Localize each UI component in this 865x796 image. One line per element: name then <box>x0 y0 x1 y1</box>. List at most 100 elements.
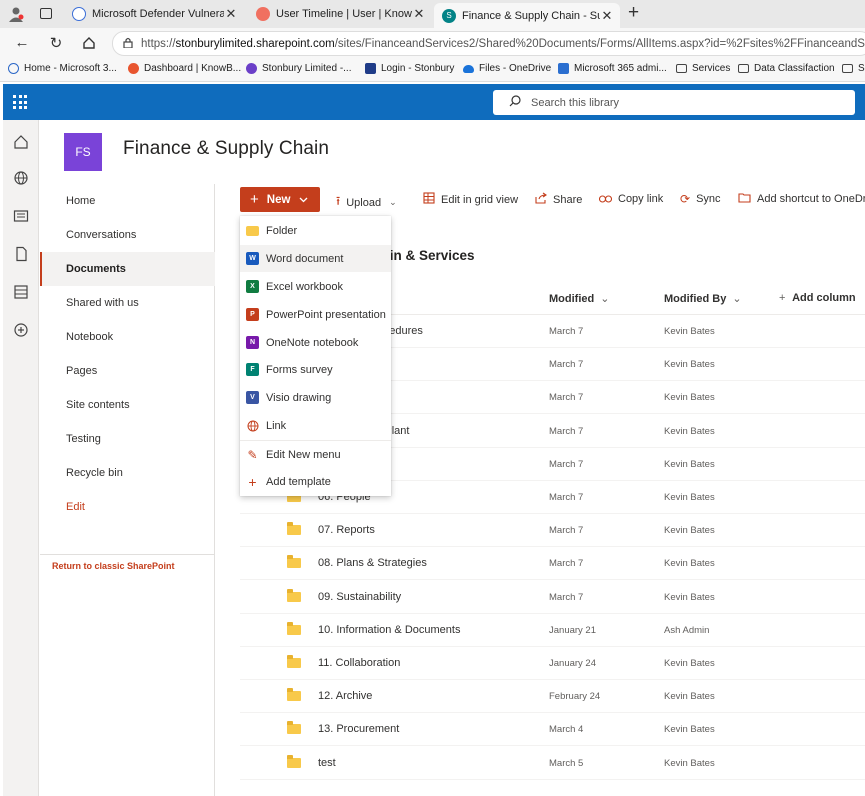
new-button[interactable]: + New <box>240 187 320 212</box>
row-name[interactable]: 12. Archive <box>318 690 372 702</box>
bookmark-stonbury[interactable]: Stonbury Limited -... <box>246 63 351 74</box>
bookmark-folder-data-classification[interactable]: Data Classifaction <box>738 63 835 74</box>
nav-item-testing[interactable]: Testing <box>40 422 215 456</box>
profile-icon[interactable] <box>8 6 24 22</box>
copy-link-button[interactable]: Copy link <box>598 192 663 206</box>
back-icon[interactable]: ← <box>12 34 32 51</box>
table-row[interactable]: 13. Procurement March 4 Kevin Bates <box>240 713 865 747</box>
create-icon[interactable] <box>13 322 29 338</box>
nav-item-notebook[interactable]: Notebook <box>40 320 215 354</box>
knowbe4-icon <box>256 7 270 21</box>
menu-item-forms-survey[interactable]: F Forms survey <box>240 356 391 383</box>
column-header-modified-by[interactable]: Modified By ⌄ <box>664 292 742 305</box>
row-name[interactable]: test <box>318 757 336 769</box>
chevron-down-icon <box>299 194 308 206</box>
tab-actions-icon[interactable] <box>40 8 52 19</box>
grid-icon <box>423 192 435 207</box>
close-icon[interactable]: ✕ <box>224 6 238 22</box>
menu-item-powerpoint[interactable]: P PowerPoint presentation <box>240 301 391 328</box>
row-name[interactable]: 09. Sustainability <box>318 591 401 603</box>
menu-item-add-template[interactable]: + Add template <box>240 468 391 495</box>
row-modified: February 24 <box>549 691 601 703</box>
url-path: /sites/FinanceandServices2/Shared%20Docu… <box>334 37 865 50</box>
share-button[interactable]: Share <box>535 192 582 207</box>
site-logo[interactable]: FS <box>64 133 102 171</box>
document-icon[interactable] <box>13 246 29 262</box>
home-icon[interactable] <box>82 36 96 55</box>
search-input[interactable]: Search this library <box>493 90 855 115</box>
visio-icon: V <box>246 391 259 404</box>
add-shortcut-button[interactable]: Add shortcut to OneDr <box>738 192 865 206</box>
close-icon[interactable]: ✕ <box>412 6 426 22</box>
menu-item-edit-new-menu[interactable]: ✎ Edit New menu <box>240 441 391 468</box>
table-row[interactable]: test March 5 Kevin Bates <box>240 747 865 780</box>
row-modified-by: Kevin Bates <box>664 757 715 769</box>
stonbury-icon <box>246 63 257 74</box>
onedrive-icon <box>463 64 474 73</box>
tab-knowbe4[interactable]: User Timeline | User | KnowBe4 ✕ <box>248 3 432 25</box>
nav-item-home[interactable]: Home <box>40 184 215 218</box>
table-row[interactable]: 09. Sustainability March 7 Kevin Bates <box>240 581 865 614</box>
row-name[interactable]: 11. Collaboration <box>318 657 400 669</box>
url-field[interactable]: https:// stonburylimited.sharepoint.com … <box>112 31 865 56</box>
word-icon: W <box>246 252 259 265</box>
row-modified: March 7 <box>549 558 584 570</box>
search-placeholder: Search this library <box>531 96 620 109</box>
refresh-icon[interactable]: ↻ <box>46 34 66 52</box>
news-icon[interactable] <box>13 208 29 224</box>
table-row[interactable]: 10. Information & Documents January 21 Ash… <box>240 614 865 647</box>
list-icon[interactable] <box>13 284 29 300</box>
menu-item-onenote[interactable]: N OneNote notebook <box>240 329 391 356</box>
return-to-classic-link[interactable]: Return to classic SharePoint <box>52 561 175 571</box>
app-rail <box>3 120 39 796</box>
row-name[interactable]: 10. Information & Documents <box>318 624 460 636</box>
nav-item-site-contents[interactable]: Site contents <box>40 388 215 422</box>
bookmark-m365-admin[interactable]: Microsoft 365 admi... <box>558 63 667 74</box>
bookmark-dashboard-knowbe4[interactable]: Dashboard | KnowB... <box>128 63 241 74</box>
row-name[interactable]: 08. Plans & Strategies <box>318 557 427 569</box>
nav-item-recycle-bin[interactable]: Recycle bin <box>40 456 215 490</box>
tab-label: User Timeline | User | KnowBe4 <box>276 8 412 20</box>
bookmarks-bar: Home - Microsoft 3... Dashboard | KnowB.… <box>0 58 865 82</box>
menu-item-folder[interactable]: Folder <box>240 217 391 244</box>
bookmark-onedrive[interactable]: Files - OneDrive <box>463 63 551 74</box>
bookmark-home-microsoft[interactable]: Home - Microsoft 3... <box>8 63 117 74</box>
table-row[interactable]: 07. Reports March 7 Kevin Bates <box>240 514 865 548</box>
add-column-button[interactable]: + Add column <box>779 292 856 304</box>
forms-icon: F <box>246 363 259 376</box>
close-icon[interactable]: ✕ <box>600 8 614 24</box>
menu-item-visio-drawing[interactable]: V Visio drawing <box>240 384 391 411</box>
lock-icon <box>123 37 133 51</box>
nav-edit-link[interactable]: Edit <box>40 490 215 524</box>
home-icon[interactable] <box>13 134 29 150</box>
bookmark-folder-sl[interactable]: Sl <box>842 63 865 74</box>
new-tab-button[interactable]: + <box>628 2 639 24</box>
menu-item-link[interactable]: Link <box>240 412 391 439</box>
sync-button[interactable]: ⟳ Sync <box>680 192 721 206</box>
table-row[interactable]: 08. Plans & Strategies March 7 Kevin Bates <box>240 547 865 581</box>
upload-button[interactable]: ⭱ Upload ⌄ <box>336 192 397 213</box>
column-header-modified[interactable]: Modified ⌄ <box>549 292 610 305</box>
menu-item-excel-workbook[interactable]: X Excel workbook <box>240 273 391 300</box>
row-name[interactable]: 13. Procurement <box>318 723 399 735</box>
chevron-down-icon: ⌄ <box>732 293 742 305</box>
table-row[interactable]: 12. Archive February 24 Kevin Bates <box>240 680 865 714</box>
nav-item-shared-with-us[interactable]: Shared with us <box>40 286 215 320</box>
menu-item-word-document[interactable]: W Word document <box>240 245 391 272</box>
row-modified: March 4 <box>549 724 584 736</box>
row-modified: March 7 <box>549 392 584 404</box>
app-launcher-icon[interactable] <box>13 95 27 109</box>
bookmark-login-stonbury[interactable]: Login - Stonbury <box>365 63 454 74</box>
tab-sharepoint[interactable]: S Finance & Supply Chain - Supply ✕ <box>434 3 620 28</box>
edit-grid-view-button[interactable]: Edit in grid view <box>423 192 518 207</box>
table-row[interactable]: 11. Collaboration January 24 Kevin Bates <box>240 647 865 680</box>
row-modified-by: Kevin Bates <box>664 525 715 537</box>
nav-item-conversations[interactable]: Conversations <box>40 218 215 252</box>
nav-item-pages[interactable]: Pages <box>40 354 215 388</box>
row-name[interactable]: 07. Reports <box>318 524 375 536</box>
tab-defender[interactable]: Microsoft Defender Vulnerability N ✕ <box>64 3 244 25</box>
globe-icon[interactable] <box>13 170 29 186</box>
nav-item-documents[interactable]: Documents <box>40 252 215 286</box>
site-title[interactable]: Finance & Supply Chain <box>123 138 329 160</box>
bookmark-folder-services[interactable]: Services <box>676 63 730 74</box>
